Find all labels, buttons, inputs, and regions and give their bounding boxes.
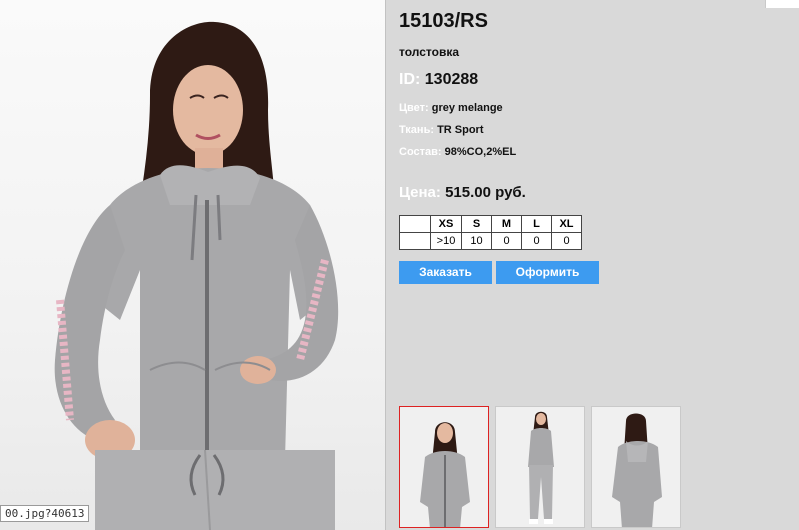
back-view-thumbnail-icon <box>592 407 680 527</box>
size-stock-cell[interactable]: 0 <box>521 232 552 250</box>
color-value: grey melange <box>431 102 503 114</box>
thumbnail-front-upper[interactable] <box>399 406 489 528</box>
full-body-thumbnail-icon <box>496 407 584 527</box>
product-type: толстовка <box>399 45 459 59</box>
color-label: Цвет: <box>399 102 429 114</box>
size-header-cell <box>399 215 431 233</box>
panel-divider <box>385 0 386 530</box>
product-composition: Состав: 98%CO,2%EL <box>399 146 516 158</box>
size-stock-table: XS S M L XL >10 10 0 0 0 <box>399 215 582 250</box>
checkout-button[interactable]: Оформить <box>496 261 599 284</box>
front-upper-thumbnail-icon <box>400 407 488 527</box>
size-stock-row: >10 10 0 0 0 <box>399 232 582 250</box>
status-url-tooltip: 00.jpg?40613 <box>0 505 90 522</box>
size-stock-cell <box>399 232 431 250</box>
product-article: 15103/RS <box>399 10 488 32</box>
size-header-cell: L <box>521 215 552 233</box>
composition-label: Состав: <box>399 146 442 158</box>
product-fabric: Ткань: TR Sport <box>399 124 484 136</box>
product-color: Цвет: grey melange <box>399 102 503 114</box>
product-id-value: 130288 <box>424 71 479 88</box>
order-button[interactable]: Заказать <box>399 261 492 284</box>
thumbnail-full-body[interactable] <box>495 406 585 528</box>
size-header-cell: XS <box>430 215 462 233</box>
price-value: 515.00 руб. <box>445 184 526 201</box>
size-stock-cell[interactable]: 0 <box>491 232 522 250</box>
product-price: Цена: 515.00 руб. <box>399 184 526 201</box>
product-id: ID: 130288 <box>399 71 478 89</box>
size-header-cell: XL <box>551 215 582 233</box>
size-header-cell: S <box>461 215 492 233</box>
page-corner <box>765 0 799 8</box>
fabric-label: Ткань: <box>399 124 434 136</box>
price-label: Цена: <box>399 184 441 201</box>
model-photo-illustration <box>54 21 339 530</box>
size-header-cell: M <box>491 215 522 233</box>
size-header-row: XS S M L XL <box>399 215 582 233</box>
size-stock-cell[interactable]: >10 <box>430 232 462 250</box>
size-stock-cell[interactable]: 10 <box>461 232 492 250</box>
product-main-image[interactable]: 00.jpg?40613 <box>0 0 385 530</box>
product-id-label: ID: <box>399 71 421 88</box>
size-stock-cell[interactable]: 0 <box>551 232 582 250</box>
composition-value: 98%CO,2%EL <box>444 146 517 158</box>
fabric-value: TR Sport <box>437 124 484 136</box>
thumbnail-back-view[interactable] <box>591 406 681 528</box>
